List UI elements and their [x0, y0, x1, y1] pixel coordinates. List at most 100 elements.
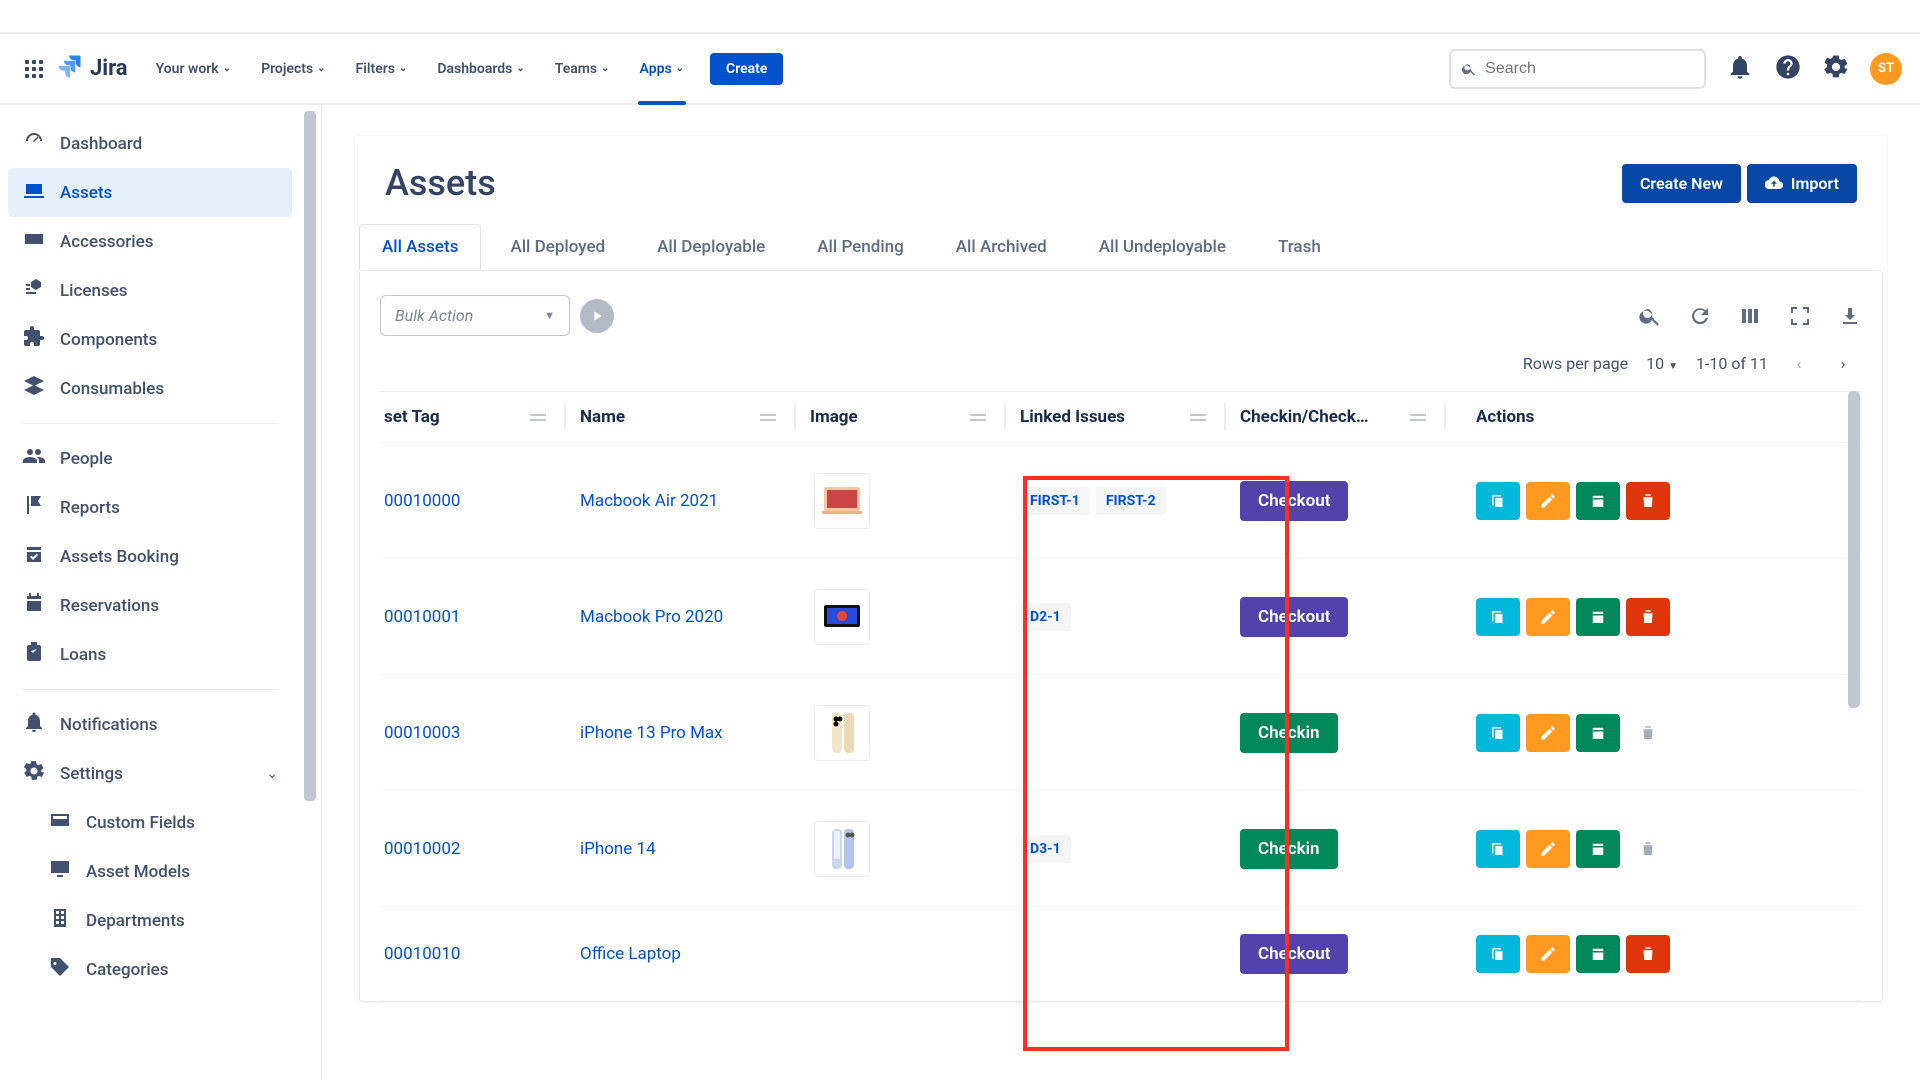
- sidebar-item-notifications[interactable]: Notifications: [8, 700, 292, 749]
- global-search[interactable]: [1449, 49, 1706, 89]
- app-switcher-icon[interactable]: [18, 53, 50, 85]
- prev-page-button[interactable]: ‹: [1786, 354, 1812, 373]
- bulk-action-select[interactable]: Bulk Action▼: [380, 295, 570, 336]
- asset-tag-link[interactable]: 00010000: [380, 491, 580, 511]
- copy-action[interactable]: [1476, 598, 1520, 636]
- user-avatar[interactable]: ST: [1870, 53, 1902, 85]
- issue-chip[interactable]: D2-1: [1020, 603, 1071, 631]
- bulk-go-button[interactable]: [580, 299, 614, 333]
- asset-name-link[interactable]: iPhone 14: [580, 839, 810, 859]
- schedule-action[interactable]: [1576, 482, 1620, 520]
- puzzle-icon: [22, 325, 46, 354]
- sidebar-item-people[interactable]: People: [8, 434, 292, 483]
- tab-all-undeployable[interactable]: All Undeployable: [1076, 224, 1249, 270]
- asset-tag-link[interactable]: 00010003: [380, 723, 580, 743]
- status-button[interactable]: Checkin: [1240, 829, 1338, 869]
- refresh-icon[interactable]: [1688, 304, 1712, 328]
- copy-action[interactable]: [1476, 714, 1520, 752]
- tab-trash[interactable]: Trash: [1255, 224, 1344, 270]
- create-button[interactable]: Create: [710, 53, 783, 85]
- status-button[interactable]: Checkin: [1240, 713, 1338, 753]
- sidebar-item-dashboard[interactable]: Dashboard: [8, 119, 292, 168]
- column-header[interactable]: Linked Issues: [1020, 403, 1240, 431]
- topnav-teams[interactable]: Teams⌄: [549, 53, 616, 85]
- edit-action[interactable]: [1526, 830, 1570, 868]
- tab-all-deployable[interactable]: All Deployable: [634, 224, 788, 270]
- import-button[interactable]: Import: [1747, 164, 1857, 203]
- sidebar-item-assets-booking[interactable]: Assets Booking: [8, 532, 292, 581]
- delete-action[interactable]: [1626, 482, 1670, 520]
- column-header[interactable]: Checkin/Check…: [1240, 403, 1460, 431]
- sidebar-scrollbar[interactable]: [300, 105, 320, 1080]
- asset-name-link[interactable]: Office Laptop: [580, 944, 810, 964]
- asset-name-link[interactable]: Macbook Air 2021: [580, 491, 810, 511]
- topnav-apps[interactable]: Apps⌄: [634, 53, 691, 85]
- sidebar-item-accessories[interactable]: Accessories: [8, 217, 292, 266]
- column-header[interactable]: Actions: [1460, 407, 1862, 427]
- sidebar-item-departments[interactable]: Departments: [8, 896, 292, 945]
- tab-all-archived[interactable]: All Archived: [933, 224, 1070, 270]
- schedule-action[interactable]: [1576, 830, 1620, 868]
- create-new-button[interactable]: Create New: [1622, 164, 1741, 203]
- sidebar-item-categories[interactable]: Categories: [8, 945, 292, 994]
- status-button[interactable]: Checkout: [1240, 481, 1348, 521]
- help-icon[interactable]: [1774, 53, 1802, 85]
- sidebar-item-components[interactable]: Components: [8, 315, 292, 364]
- sidebar-item-reports[interactable]: Reports: [8, 483, 292, 532]
- sidebar-item-reservations[interactable]: Reservations: [8, 581, 292, 630]
- column-header[interactable]: Image: [810, 403, 1020, 431]
- status-button[interactable]: Checkout: [1240, 934, 1348, 974]
- topnav-your-work[interactable]: Your work⌄: [150, 53, 238, 85]
- columns-icon[interactable]: [1738, 304, 1762, 328]
- schedule-action[interactable]: [1576, 714, 1620, 752]
- sidebar-item-asset-models[interactable]: Asset Models: [8, 847, 292, 896]
- tab-all-assets[interactable]: All Assets: [359, 224, 481, 270]
- edit-action[interactable]: [1526, 935, 1570, 973]
- bell-icon: [22, 710, 46, 739]
- asset-tag-link[interactable]: 00010002: [380, 839, 580, 859]
- issue-chip[interactable]: D3-1: [1020, 835, 1071, 863]
- delete-action[interactable]: [1626, 935, 1670, 973]
- sidebar-item-assets[interactable]: Assets: [8, 168, 292, 217]
- asset-tag-link[interactable]: 00010010: [380, 944, 580, 964]
- cloud-upload-icon: [1765, 174, 1783, 192]
- search-input[interactable]: [1485, 60, 1694, 78]
- tab-all-deployed[interactable]: All Deployed: [487, 224, 628, 270]
- jira-logo[interactable]: Jira: [56, 52, 128, 86]
- column-header[interactable]: Name: [580, 403, 810, 431]
- topnav-dashboards[interactable]: Dashboards⌄: [431, 53, 530, 85]
- copy-action[interactable]: [1476, 830, 1520, 868]
- edit-action[interactable]: [1526, 598, 1570, 636]
- delete-action[interactable]: [1626, 598, 1670, 636]
- issue-chip[interactable]: FIRST-1: [1020, 487, 1090, 515]
- topnav-filters[interactable]: Filters⌄: [350, 53, 414, 85]
- copy-action[interactable]: [1476, 482, 1520, 520]
- edit-action[interactable]: [1526, 714, 1570, 752]
- download-icon[interactable]: [1838, 304, 1862, 328]
- topnav-projects[interactable]: Projects⌄: [255, 53, 331, 85]
- sidebar-item-licenses[interactable]: Licenses: [8, 266, 292, 315]
- schedule-action[interactable]: [1576, 598, 1620, 636]
- sidebar-item-custom-fields[interactable]: Custom Fields: [8, 798, 292, 847]
- sidebar-item-consumables[interactable]: Consumables: [8, 364, 292, 413]
- asset-name-link[interactable]: Macbook Pro 2020: [580, 607, 810, 627]
- asset-tag-link[interactable]: 00010001: [380, 607, 580, 627]
- status-button[interactable]: Checkout: [1240, 597, 1348, 637]
- rows-per-page-select[interactable]: 10 ▼: [1646, 354, 1678, 373]
- settings-top-icon[interactable]: [1822, 53, 1850, 85]
- table-search-icon[interactable]: [1638, 304, 1662, 328]
- sidebar-item-settings[interactable]: Settings⌄: [8, 749, 292, 798]
- edit-action[interactable]: [1526, 482, 1570, 520]
- tab-all-pending[interactable]: All Pending: [794, 224, 927, 270]
- issue-chip[interactable]: FIRST-2: [1096, 487, 1166, 515]
- sidebar-item-loans[interactable]: Loans: [8, 630, 292, 679]
- column-header[interactable]: set Tag: [380, 403, 580, 431]
- asset-name-link[interactable]: iPhone 13 Pro Max: [580, 723, 810, 743]
- asset-thumbnail: [814, 589, 870, 645]
- table-scrollbar[interactable]: [1846, 391, 1862, 1001]
- next-page-button[interactable]: ›: [1830, 354, 1856, 373]
- fullscreen-icon[interactable]: [1788, 304, 1812, 328]
- notifications-icon[interactable]: [1726, 53, 1754, 85]
- copy-action[interactable]: [1476, 935, 1520, 973]
- schedule-action[interactable]: [1576, 935, 1620, 973]
